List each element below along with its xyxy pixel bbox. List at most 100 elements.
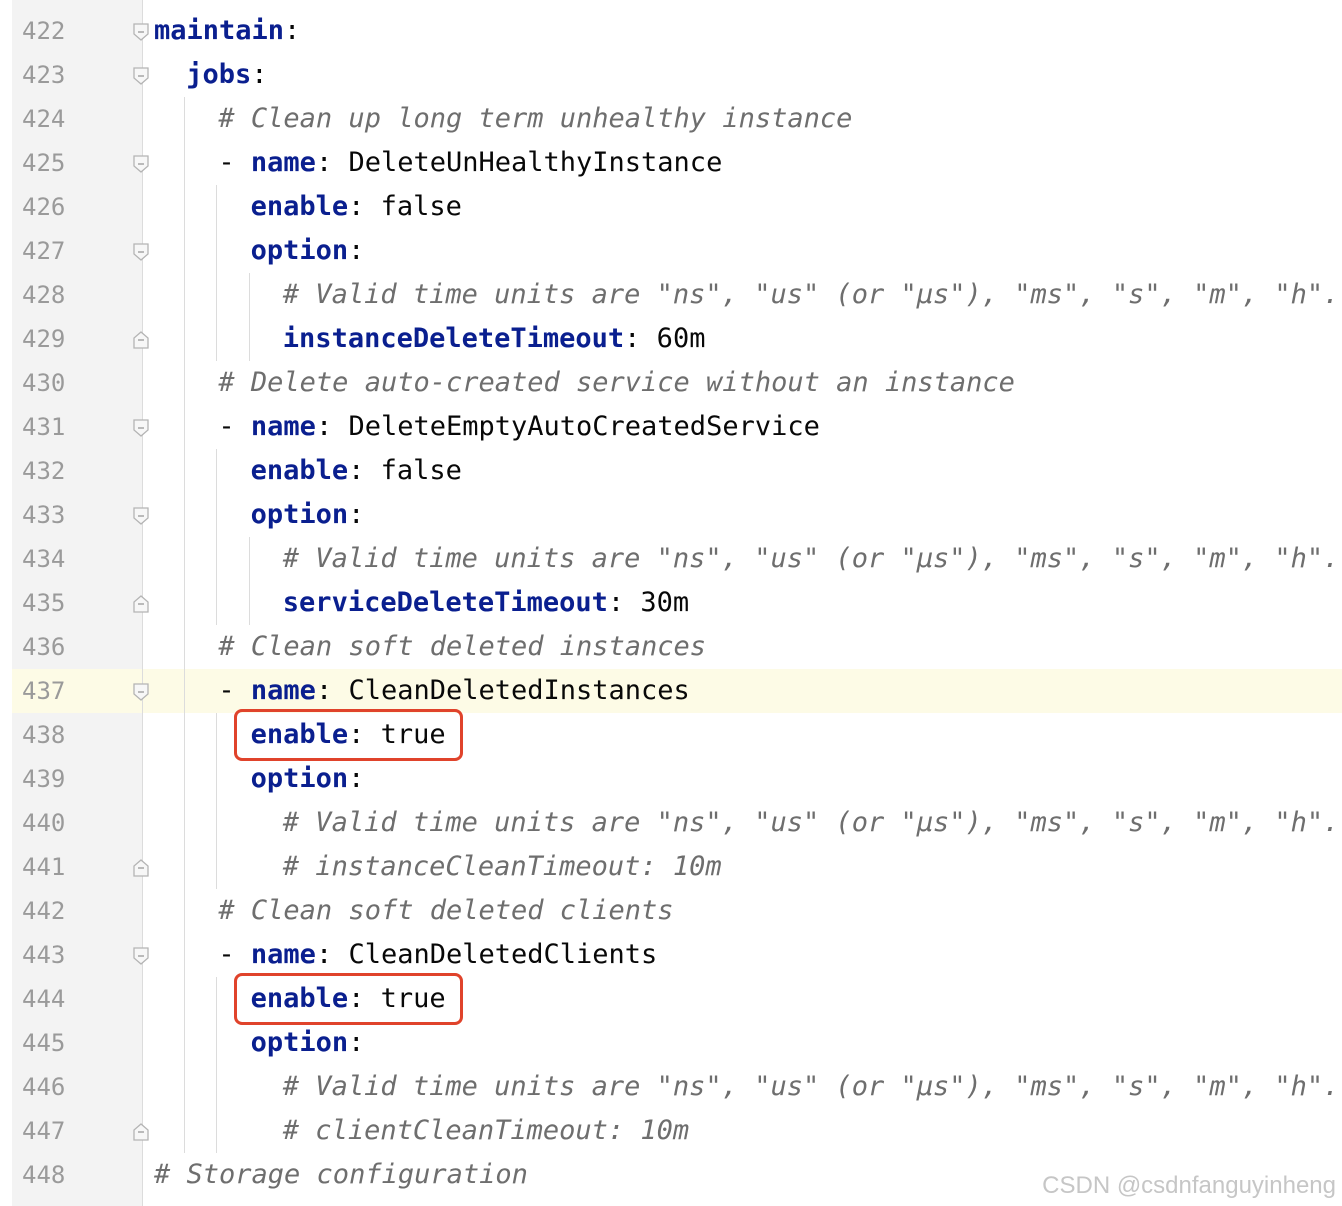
code-line[interactable]: 445 option: bbox=[0, 1021, 1342, 1065]
line-number[interactable]: 444 bbox=[22, 977, 82, 1021]
code-text[interactable]: # Delete auto-created service without an… bbox=[218, 361, 1015, 405]
code-text[interactable]: # Valid time units are "ns", "us" (or "µ… bbox=[283, 537, 1340, 581]
code-text[interactable]: # Clean soft deleted clients bbox=[218, 889, 673, 933]
line-number[interactable]: 427 bbox=[22, 229, 82, 273]
code-text[interactable]: # Valid time units are "ns", "us" (or "µ… bbox=[283, 273, 1340, 317]
code-line[interactable]: 426 enable: false bbox=[0, 185, 1342, 229]
fold-collapse-icon[interactable] bbox=[132, 507, 150, 525]
line-number[interactable]: 438 bbox=[22, 713, 82, 757]
code-text[interactable]: - name: DeleteEmptyAutoCreatedService bbox=[218, 405, 819, 449]
code-text[interactable]: maintain: bbox=[154, 9, 300, 53]
code-line[interactable]: 444 enable: true bbox=[0, 977, 1342, 1021]
fold-end-icon[interactable] bbox=[132, 859, 150, 877]
yaml-value: : 60m bbox=[624, 323, 706, 354]
code-text[interactable]: instanceDeleteTimeout: 60m bbox=[283, 317, 706, 361]
fold-collapse-icon[interactable] bbox=[132, 683, 150, 701]
line-number[interactable]: 426 bbox=[22, 185, 82, 229]
code-line[interactable]: 429 instanceDeleteTimeout: 60m bbox=[0, 317, 1342, 361]
line-number[interactable]: 445 bbox=[22, 1021, 82, 1065]
code-line[interactable]: 439 option: bbox=[0, 757, 1342, 801]
code-text[interactable]: - name: CleanDeletedInstances bbox=[218, 669, 689, 713]
yaml-value: - bbox=[218, 411, 251, 442]
code-line[interactable]: 422 maintain: bbox=[0, 9, 1342, 53]
code-line[interactable]: 441 # instanceCleanTimeout: 10m bbox=[0, 845, 1342, 889]
fold-end-icon[interactable] bbox=[132, 331, 150, 349]
yaml-key: option bbox=[250, 763, 349, 794]
code-text[interactable]: jobs: bbox=[186, 53, 267, 97]
code-line[interactable]: 440 # Valid time units are "ns", "us" (or… bbox=[0, 801, 1342, 845]
code-text[interactable]: # instanceCleanTimeout: 10m bbox=[283, 845, 722, 889]
code-line[interactable]: 427 option: bbox=[0, 229, 1342, 273]
code-text[interactable]: enable: false bbox=[251, 185, 462, 229]
yaml-comment: # Clean up long term unhealthy instance bbox=[218, 103, 853, 134]
line-number[interactable]: 431 bbox=[22, 405, 82, 449]
code-line[interactable]: 442 # Clean soft deleted clients bbox=[0, 889, 1342, 933]
line-number[interactable]: 440 bbox=[22, 801, 82, 845]
line-number[interactable]: 447 bbox=[22, 1109, 82, 1153]
fold-collapse-icon[interactable] bbox=[132, 419, 150, 437]
line-number[interactable]: 432 bbox=[22, 449, 82, 493]
line-number[interactable]: 443 bbox=[22, 933, 82, 977]
line-number[interactable]: 448 bbox=[22, 1153, 82, 1197]
code-line[interactable]: 447 # clientCleanTimeout: 10m bbox=[0, 1109, 1342, 1153]
line-number[interactable]: 434 bbox=[22, 537, 82, 581]
code-text[interactable]: option: bbox=[251, 229, 365, 273]
indent-guide bbox=[216, 977, 218, 1153]
line-number[interactable]: 423 bbox=[22, 53, 82, 97]
code-text[interactable]: # Valid time units are "ns", "us" (or "µ… bbox=[283, 1065, 1340, 1109]
yaml-value: : bbox=[251, 59, 268, 90]
code-line[interactable]: 446 # Valid time units are "ns", "us" (or… bbox=[0, 1065, 1342, 1109]
fold-end-icon[interactable] bbox=[132, 1123, 150, 1141]
code-line[interactable]: 435 serviceDeleteTimeout: 30m bbox=[0, 581, 1342, 625]
fold-collapse-icon[interactable] bbox=[132, 947, 150, 965]
code-line[interactable]: 431 - name: DeleteEmptyAutoCreatedService bbox=[0, 405, 1342, 449]
code-line[interactable]: 430 # Delete auto-created service without… bbox=[0, 361, 1342, 405]
line-number[interactable]: 439 bbox=[22, 757, 82, 801]
code-line[interactable]: 437 - name: CleanDeletedInstances bbox=[0, 669, 1342, 713]
fold-end-icon[interactable] bbox=[132, 595, 150, 613]
code-text[interactable]: option: bbox=[251, 1021, 365, 1065]
line-number[interactable]: 442 bbox=[22, 889, 82, 933]
code-line[interactable]: 436 # Clean soft deleted instances bbox=[0, 625, 1342, 669]
code-text[interactable]: # Clean soft deleted instances bbox=[218, 625, 706, 669]
code-line[interactable]: 432 enable: false bbox=[0, 449, 1342, 493]
code-line[interactable]: 443 - name: CleanDeletedClients bbox=[0, 933, 1342, 977]
line-number[interactable]: 430 bbox=[22, 361, 82, 405]
fold-collapse-icon[interactable] bbox=[132, 67, 150, 85]
code-line[interactable]: 423 jobs: bbox=[0, 53, 1342, 97]
yaml-key: name bbox=[250, 147, 316, 178]
code-line[interactable]: 438 enable: true bbox=[0, 713, 1342, 757]
line-number[interactable]: 429 bbox=[22, 317, 82, 361]
fold-collapse-icon[interactable] bbox=[132, 23, 150, 41]
code-line[interactable]: 424 # Clean up long term unhealthy instan… bbox=[0, 97, 1342, 141]
code-line[interactable]: 434 # Valid time units are "ns", "us" (or… bbox=[0, 537, 1342, 581]
code-text[interactable]: # Valid time units are "ns", "us" (or "µ… bbox=[283, 801, 1340, 845]
line-number[interactable]: 435 bbox=[22, 581, 82, 625]
code-text[interactable]: - name: CleanDeletedClients bbox=[218, 933, 657, 977]
code-text[interactable]: # Clean up long term unhealthy instance bbox=[218, 97, 852, 141]
line-number[interactable]: 433 bbox=[22, 493, 82, 537]
line-number[interactable]: 437 bbox=[22, 669, 82, 713]
code-line[interactable]: 425 - name: DeleteUnHealthyInstance bbox=[0, 141, 1342, 185]
code-text[interactable]: # clientCleanTimeout: 10m bbox=[283, 1109, 689, 1153]
code-text[interactable]: # Storage configuration bbox=[154, 1153, 528, 1197]
code-line[interactable]: 433 option: bbox=[0, 493, 1342, 537]
code-text[interactable]: option: bbox=[251, 757, 365, 801]
line-number[interactable]: 436 bbox=[22, 625, 82, 669]
yaml-value: - bbox=[218, 147, 251, 178]
line-number[interactable]: 441 bbox=[22, 845, 82, 889]
fold-collapse-icon[interactable] bbox=[132, 243, 150, 261]
line-number[interactable]: 428 bbox=[22, 273, 82, 317]
code-text[interactable]: option: bbox=[251, 493, 365, 537]
line-number[interactable]: 424 bbox=[22, 97, 82, 141]
line-number[interactable]: 425 bbox=[22, 141, 82, 185]
code-editor[interactable]: 422 maintain: 423 jobs: 424 # Clean up long t… bbox=[0, 0, 1342, 1206]
code-text[interactable]: - name: DeleteUnHealthyInstance bbox=[218, 141, 722, 185]
code-text[interactable]: enable: false bbox=[251, 449, 462, 493]
line-number[interactable]: 422 bbox=[22, 9, 82, 53]
line-number[interactable]: 446 bbox=[22, 1065, 82, 1109]
code-line[interactable]: 428 # Valid time units are "ns", "us" (or… bbox=[0, 273, 1342, 317]
yaml-key: name bbox=[250, 939, 316, 970]
code-text[interactable]: serviceDeleteTimeout: 30m bbox=[283, 581, 689, 625]
fold-collapse-icon[interactable] bbox=[132, 155, 150, 173]
